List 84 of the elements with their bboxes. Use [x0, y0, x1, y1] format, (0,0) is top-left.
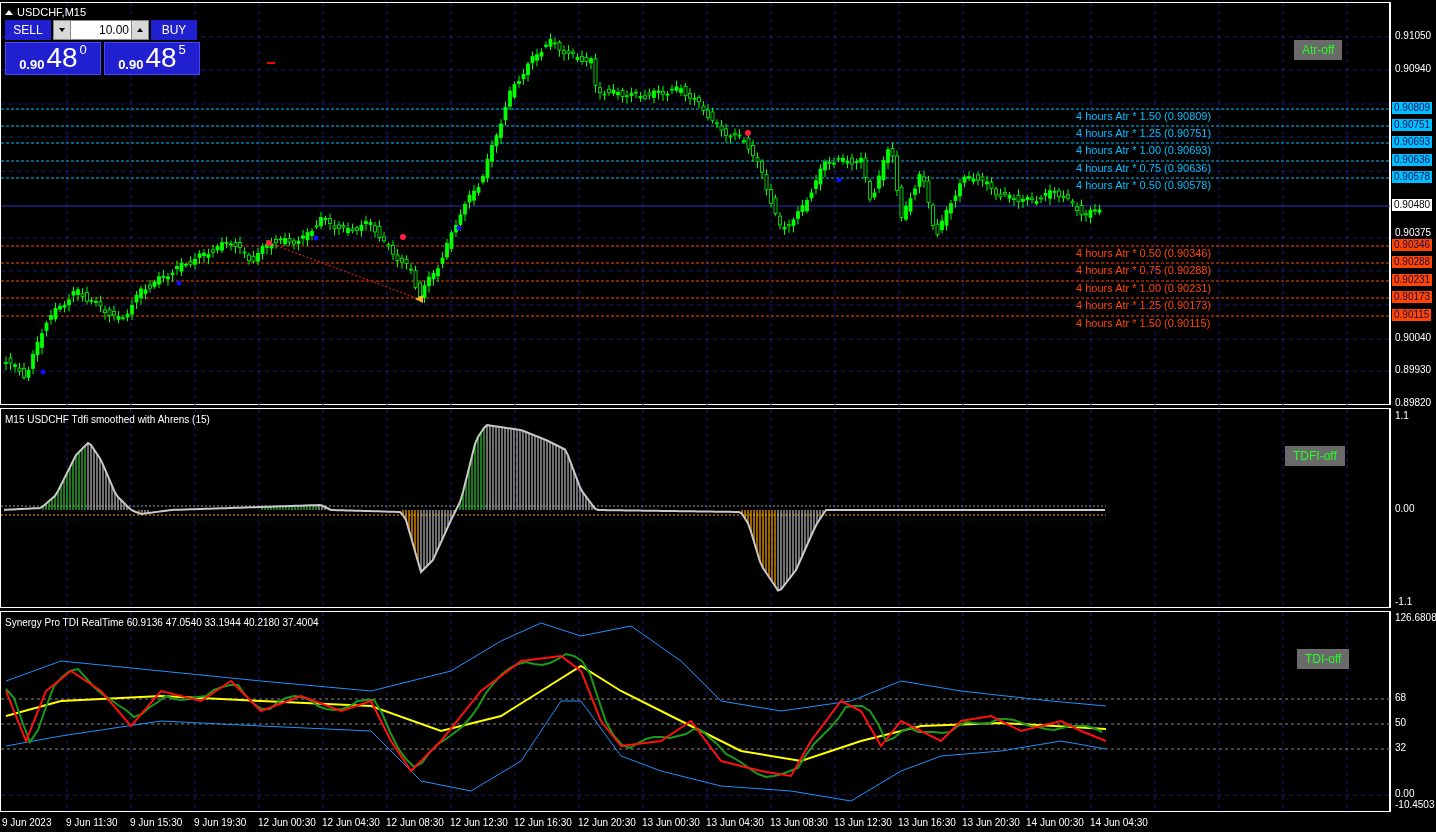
collapse-icon[interactable] — [5, 9, 13, 15]
price-pips: 48 — [145, 44, 177, 72]
axis-label: 126.6808 — [1395, 612, 1436, 624]
indicator-toggle-button[interactable]: Atr-off — [1294, 40, 1343, 60]
signal-dot — [745, 130, 751, 136]
volume-field[interactable]: 10.00 — [71, 20, 131, 40]
price-tag: 0.90693 — [1392, 136, 1433, 148]
caret-up-icon — [137, 28, 143, 32]
increase-button[interactable] — [131, 20, 149, 40]
signal-dot — [313, 235, 319, 241]
time-label: 12 Jun 20:30 — [578, 815, 637, 830]
indicator-toggle-button[interactable]: TDI-off — [1297, 649, 1350, 669]
time-label: 12 Jun 04:30 — [322, 815, 381, 830]
signal-dot — [456, 225, 462, 231]
level-label: 4 hours Atr * 1.25 (0.90751) — [1076, 127, 1212, 140]
indicator-toggle-button[interactable]: TDFI-off — [1285, 446, 1345, 466]
level-label: 4 hours Atr * 1.50 (0.90115) — [1076, 317, 1211, 330]
time-label: 13 Jun 00:30 — [642, 815, 701, 830]
signal-dot — [40, 369, 46, 375]
level-label: 4 hours Atr * 1.50 (0.90809) — [1076, 110, 1212, 123]
price-tag: 0.90288 — [1392, 256, 1433, 268]
time-label: 14 Jun 00:30 — [1026, 815, 1085, 830]
price-tag: 0.90115 — [1392, 309, 1432, 321]
level-label: 4 hours Atr * 0.75 (0.90636) — [1076, 162, 1212, 175]
price-tag: 0.90578 — [1392, 171, 1433, 183]
time-label: 9 Jun 15:30 — [130, 815, 184, 830]
time-label: 12 Jun 00:30 — [258, 815, 317, 830]
axis-label: -10.4503 — [1395, 799, 1435, 811]
signal-dot — [836, 177, 842, 183]
price-pips: 48 — [46, 44, 78, 72]
time-label: 9 Jun 11:30 — [66, 815, 119, 830]
signal-dot — [266, 240, 272, 246]
marker-icon — [267, 62, 275, 64]
axis-label: 0.90040 — [1395, 332, 1432, 344]
price-prefix: 0.90 — [19, 58, 45, 72]
time-label: 12 Jun 16:30 — [514, 815, 573, 830]
level-label: 4 hours Atr * 1.25 (0.90173) — [1076, 299, 1212, 312]
price-tag: 0.90751 — [1392, 119, 1433, 131]
sell-button[interactable]: SELL — [5, 20, 51, 40]
level-label: 4 hours Atr * 0.50 (0.90346) — [1076, 247, 1212, 260]
price-fraction: 0 — [79, 43, 87, 57]
axis-label: 1.1 — [1395, 410, 1409, 422]
arrow-marker-icon — [415, 295, 423, 303]
signal-dot — [400, 234, 406, 240]
time-label: 12 Jun 12:30 — [450, 815, 509, 830]
axis-label: 0.89820 — [1395, 397, 1432, 409]
price-tag: 0.90173 — [1392, 291, 1433, 303]
axis-label: 0.89930 — [1395, 364, 1432, 376]
time-label: 12 Jun 08:30 — [386, 815, 445, 830]
indicator-title: Synergy Pro TDI RealTime 60.9136 47.0540 33.1944 40.2180 37.4004 — [5, 616, 319, 630]
level-label: 4 hours Atr * 0.75 (0.90288) — [1076, 264, 1212, 277]
axis-label: 32 — [1395, 742, 1407, 754]
axis-label: -1.1 — [1395, 596, 1413, 608]
indicator-title: M15 USDCHF Tdfi smoothed with Ahrens (15) — [5, 413, 210, 427]
caret-down-icon — [59, 28, 65, 32]
price-prefix: 0.90 — [118, 58, 144, 72]
time-label: 13 Jun 20:30 — [962, 815, 1021, 830]
decrease-button[interactable] — [53, 20, 71, 40]
axis-label: 50 — [1395, 717, 1407, 729]
time-label: 13 Jun 12:30 — [834, 815, 893, 830]
price-tag: 0.90809 — [1392, 102, 1433, 114]
level-label: 4 hours Atr * 0.50 (0.90578) — [1076, 179, 1212, 192]
axis-label: 0.90375 — [1395, 227, 1432, 239]
axis-label: 0.91050 — [1395, 30, 1432, 42]
time-label: 13 Jun 08:30 — [770, 815, 829, 830]
signal-dot — [176, 280, 182, 286]
time-label: 13 Jun 04:30 — [706, 815, 765, 830]
price-tag: 0.90346 — [1392, 239, 1433, 251]
price-fraction: 5 — [178, 43, 186, 57]
axis-label: 0.00 — [1395, 788, 1415, 800]
level-label: 4 hours Atr * 1.00 (0.90231) — [1076, 282, 1212, 295]
axis-label: 0.00 — [1395, 503, 1415, 515]
time-label: 9 Jun 19:30 — [194, 815, 248, 830]
level-label: 4 hours Atr * 1.00 (0.90693) — [1076, 144, 1212, 157]
price-tag: 0.90636 — [1392, 154, 1433, 166]
time-label: 14 Jun 04:30 — [1090, 815, 1149, 830]
axis-label: 68 — [1395, 692, 1407, 704]
buy-button[interactable]: BUY — [151, 20, 197, 40]
time-label: 13 Jun 16:30 — [898, 815, 957, 830]
price-tag: 0.90231 — [1392, 274, 1433, 286]
time-label: 9 Jun 2023 — [2, 815, 53, 830]
current-price-tag: 0.90480 — [1392, 199, 1433, 211]
chart-title: USDCHF,M15 — [17, 5, 87, 20]
axis-label: 0.90940 — [1395, 63, 1432, 75]
